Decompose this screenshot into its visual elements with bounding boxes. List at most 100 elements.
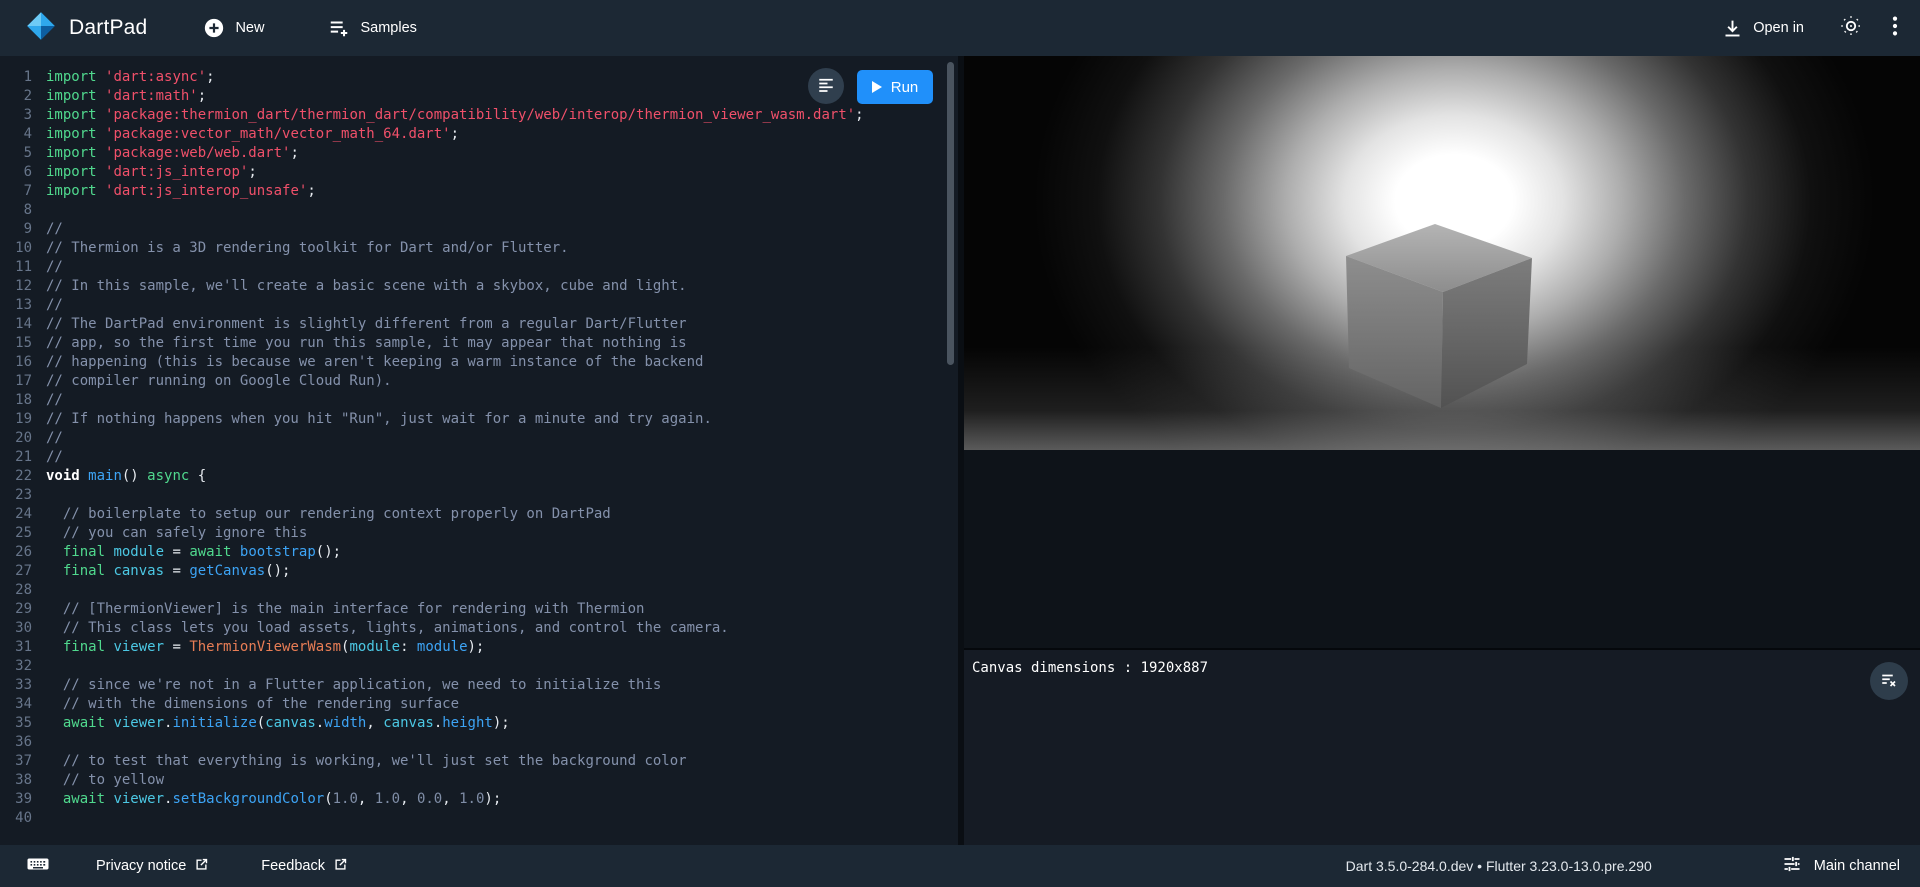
code-line[interactable]: 40 xyxy=(0,809,958,828)
code-text: // app, so the first time you run this s… xyxy=(46,334,687,353)
code-line[interactable]: 25 // you can safely ignore this xyxy=(0,524,958,543)
line-number: 3 xyxy=(0,106,32,125)
code-text: // xyxy=(46,296,63,315)
code-line[interactable]: 16// happening (this is because we aren'… xyxy=(0,353,958,372)
code-line[interactable]: 36 xyxy=(0,733,958,752)
new-button-label: New xyxy=(235,20,264,36)
format-code-button[interactable] xyxy=(808,68,844,104)
code-text: // xyxy=(46,391,63,410)
code-text: // [ThermionViewer] is the main interfac… xyxy=(46,600,644,619)
code-lines: 1import 'dart:async';2import 'dart:math'… xyxy=(0,56,958,828)
privacy-notice-link[interactable]: Privacy notice xyxy=(96,857,209,876)
code-line[interactable]: 12// In this sample, we'll create a basi… xyxy=(0,277,958,296)
code-text: // to test that everything is working, w… xyxy=(46,752,687,771)
code-line[interactable]: 31 final viewer = ThermionViewerWasm(mod… xyxy=(0,638,958,657)
main-area: 1import 'dart:async';2import 'dart:math'… xyxy=(0,56,1920,845)
code-line[interactable]: 24 // boilerplate to setup our rendering… xyxy=(0,505,958,524)
line-number: 35 xyxy=(0,714,32,733)
clear-console-button[interactable] xyxy=(1870,662,1908,700)
brightness-icon xyxy=(1840,15,1862,42)
code-line[interactable]: 29 // [ThermionViewer] is the main inter… xyxy=(0,600,958,619)
console-output: Canvas dimensions : 1920x887 xyxy=(972,660,1912,676)
code-line[interactable]: 13// xyxy=(0,296,958,315)
footer-bar: Privacy notice Feedback Dart 3.5.0-284.0… xyxy=(0,845,1920,887)
line-number: 31 xyxy=(0,638,32,657)
code-line[interactable]: 6import 'dart:js_interop'; xyxy=(0,163,958,182)
line-number: 19 xyxy=(0,410,32,429)
code-line[interactable]: 35 await viewer.initialize(canvas.width,… xyxy=(0,714,958,733)
version-info: Dart 3.5.0-284.0.dev • Flutter 3.23.0-13… xyxy=(1346,858,1652,874)
open-in-button[interactable]: Open in xyxy=(1712,10,1814,47)
console-panel: Canvas dimensions : 1920x887 xyxy=(964,648,1920,845)
run-button-label: Run xyxy=(891,79,919,96)
code-line[interactable]: 7import 'dart:js_interop_unsafe'; xyxy=(0,182,958,201)
code-line[interactable]: 37 // to test that everything is working… xyxy=(0,752,958,771)
code-line[interactable]: 34 // with the dimensions of the renderi… xyxy=(0,695,958,714)
code-line[interactable]: 3import 'package:thermion_dart/thermion_… xyxy=(0,106,958,125)
run-button[interactable]: Run xyxy=(857,70,933,104)
app-title: DartPad xyxy=(69,16,147,40)
code-line[interactable]: 11// xyxy=(0,258,958,277)
overflow-menu-button[interactable] xyxy=(1884,7,1906,50)
code-line[interactable]: 10// Thermion is a 3D rendering toolkit … xyxy=(0,239,958,258)
feedback-link[interactable]: Feedback xyxy=(261,857,348,876)
line-number: 25 xyxy=(0,524,32,543)
code-line[interactable]: 30 // This class lets you load assets, l… xyxy=(0,619,958,638)
code-line[interactable]: 26 final module = await bootstrap(); xyxy=(0,543,958,562)
header-bar: DartPad New Samples xyxy=(0,0,1920,56)
code-line[interactable]: 32 xyxy=(0,657,958,676)
code-line[interactable]: 5import 'package:web/web.dart'; xyxy=(0,144,958,163)
code-line[interactable]: 21 // xyxy=(0,448,958,467)
code-line[interactable]: 14// The DartPad environment is slightly… xyxy=(0,315,958,334)
code-line[interactable]: 19// If nothing happens when you hit "Ru… xyxy=(0,410,958,429)
line-number: 16 xyxy=(0,353,32,372)
line-number: 37 xyxy=(0,752,32,771)
code-line[interactable]: 22void main() async { xyxy=(0,467,958,486)
code-line[interactable]: 15// app, so the first time you run this… xyxy=(0,334,958,353)
format-icon xyxy=(817,76,835,97)
code-line[interactable]: 8 xyxy=(0,201,958,220)
code-text: import 'package:vector_math/vector_math_… xyxy=(46,125,459,144)
line-number: 21 xyxy=(0,448,32,467)
code-line[interactable]: 27 final canvas = getCanvas(); xyxy=(0,562,958,581)
dart-logo-icon xyxy=(26,11,56,46)
samples-button[interactable]: Samples xyxy=(318,9,426,47)
code-line[interactable]: 28 xyxy=(0,581,958,600)
render-canvas-3d[interactable] xyxy=(964,56,1920,450)
code-text: import 'dart:js_interop_unsafe'; xyxy=(46,182,316,201)
line-number: 29 xyxy=(0,600,32,619)
keyboard-icon xyxy=(26,852,50,880)
line-number: 11 xyxy=(0,258,32,277)
line-number: 12 xyxy=(0,277,32,296)
code-line[interactable]: 4import 'package:vector_math/vector_math… xyxy=(0,125,958,144)
line-number: 2 xyxy=(0,87,32,106)
code-line[interactable]: 39 await viewer.setBackgroundColor(1.0, … xyxy=(0,790,958,809)
channel-selector-button[interactable]: Main channel xyxy=(1782,854,1900,878)
play-icon xyxy=(872,81,882,93)
line-number: 39 xyxy=(0,790,32,809)
new-button[interactable]: New xyxy=(193,9,274,47)
code-text: // xyxy=(46,448,63,467)
line-number: 23 xyxy=(0,486,32,505)
code-line[interactable]: 20// xyxy=(0,429,958,448)
code-text: // The DartPad environment is slightly d… xyxy=(46,315,687,334)
line-number: 40 xyxy=(0,809,32,828)
code-line[interactable]: 33 // since we're not in a Flutter appli… xyxy=(0,676,958,695)
code-line[interactable]: 23 xyxy=(0,486,958,505)
output-pane: Canvas dimensions : 1920x887 xyxy=(964,56,1920,845)
code-line[interactable]: 9// xyxy=(0,220,958,239)
code-text: final canvas = getCanvas(); xyxy=(46,562,290,581)
code-editor[interactable]: 1import 'dart:async';2import 'dart:math'… xyxy=(0,56,958,845)
line-number: 24 xyxy=(0,505,32,524)
line-number: 27 xyxy=(0,562,32,581)
code-line[interactable]: 38 // to yellow xyxy=(0,771,958,790)
line-number: 20 xyxy=(0,429,32,448)
output-blank-area xyxy=(964,450,1920,648)
brightness-toggle-button[interactable] xyxy=(1832,7,1870,50)
keyboard-shortcuts-button[interactable] xyxy=(26,852,50,880)
code-text: // This class lets you load assets, ligh… xyxy=(46,619,729,638)
editor-scrollbar[interactable] xyxy=(947,62,954,365)
code-line[interactable]: 17// compiler running on Google Cloud Ru… xyxy=(0,372,958,391)
code-line[interactable]: 18// xyxy=(0,391,958,410)
line-number: 36 xyxy=(0,733,32,752)
